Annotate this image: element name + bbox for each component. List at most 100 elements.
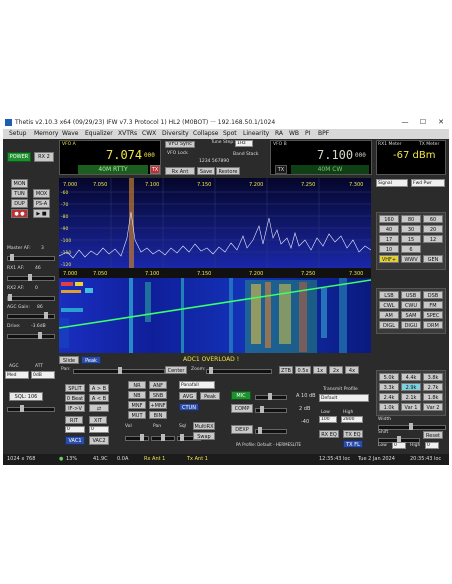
power-button[interactable]: POWER	[7, 152, 31, 162]
band-wwv-button[interactable]: WWV	[401, 255, 421, 263]
rx2-button[interactable]: RX 2	[34, 152, 54, 162]
comp-slider[interactable]	[255, 406, 287, 413]
peak-display-button[interactable]: Peak	[81, 356, 101, 364]
a-to-b-button[interactable]: A > B	[89, 384, 109, 392]
band-160-button[interactable]: 160	[379, 215, 399, 223]
filter-var2-button[interactable]: Var 2	[423, 403, 443, 411]
att-select[interactable]: 0dB	[31, 371, 55, 379]
mode-cwu-button[interactable]: CWU	[401, 301, 421, 309]
vfo-a-frequency-hz[interactable]: 000	[144, 152, 155, 159]
center-button[interactable]: Center	[165, 366, 187, 374]
menu-bpf[interactable]: BPF	[318, 129, 329, 139]
rx-meter-select[interactable]: Signal	[376, 179, 408, 187]
comp-button[interactable]: COMP	[231, 404, 253, 413]
if-to-v-button[interactable]: IF->V	[65, 404, 85, 412]
filter-var1-button[interactable]: Var 1	[401, 403, 421, 411]
menu-setup[interactable]: Setup	[9, 129, 26, 139]
mode-am-button[interactable]: AM	[379, 311, 399, 319]
anf-button[interactable]: ANF	[149, 381, 167, 389]
mode-spec-button[interactable]: SPEC	[423, 311, 443, 319]
vfo-a-tx-button[interactable]: TX	[150, 165, 160, 174]
swap-button[interactable]: Swap	[193, 432, 215, 440]
filter-2-7k-button[interactable]: 2.7k	[423, 383, 443, 391]
rit-value-field[interactable]: 0	[65, 426, 85, 433]
mode-fm-button[interactable]: FM	[423, 301, 443, 309]
nb-button[interactable]: NB	[128, 391, 146, 399]
mon-button[interactable]: MON	[11, 179, 28, 188]
avg-button[interactable]: AVG	[179, 392, 197, 400]
menu-wave[interactable]: Wave	[62, 129, 78, 139]
menu-pi[interactable]: PI	[305, 129, 310, 139]
band-80-button[interactable]: 80	[401, 215, 421, 223]
filter-3-3k-button[interactable]: 3.3k	[379, 383, 399, 391]
dexp-slider[interactable]	[255, 427, 287, 434]
ctun-button[interactable]: CTUN	[179, 403, 199, 411]
minimize-icon[interactable]: —	[398, 116, 412, 129]
rx-ant-button[interactable]: Rx Ant	[165, 167, 195, 175]
restore-button[interactable]: Restore	[216, 167, 240, 175]
bin-button[interactable]: BIN	[149, 411, 167, 419]
mnf-button[interactable]: MNF	[128, 401, 146, 409]
tun-button[interactable]: TUN	[11, 189, 28, 198]
vol-slider[interactable]	[125, 434, 149, 441]
tx-fl-button[interactable]: TX FL	[343, 440, 363, 448]
zoom-2x-button[interactable]: 2x	[329, 366, 343, 374]
nr-button[interactable]: NR	[128, 381, 146, 389]
filter-1-0k-button[interactable]: 1.0k	[379, 403, 399, 411]
band-30-button[interactable]: 30	[401, 225, 421, 233]
zoom-1x-button[interactable]: 1x	[313, 366, 327, 374]
xit-button[interactable]: XIT	[89, 416, 107, 424]
slide-button[interactable]: Slide	[59, 356, 79, 364]
tx-low-field[interactable]: 100	[319, 416, 337, 423]
sql-slider[interactable]	[7, 405, 55, 412]
filter-2-9k-button[interactable]: 2.9k	[401, 383, 421, 391]
vfo-a-frequency[interactable]: 7.074	[106, 148, 142, 162]
mode-usb-button[interactable]: USB	[401, 291, 421, 299]
mute-button[interactable]: MUT	[128, 411, 146, 419]
filter-5k-button[interactable]: 5.0k	[379, 373, 399, 381]
menu-memory[interactable]: Memory	[34, 129, 58, 139]
band-15-button[interactable]: 15	[401, 235, 421, 243]
band-40-button[interactable]: 40	[379, 225, 399, 233]
band-10-button[interactable]: 10	[379, 245, 399, 253]
close-icon[interactable]: ✕	[434, 116, 448, 129]
filter-1-8k-button[interactable]: 1.8k	[423, 393, 443, 401]
tune-step-select[interactable]: 1Hz	[235, 140, 253, 147]
rit-button[interactable]: RIT	[65, 416, 83, 424]
dexp-button[interactable]: DEXP	[231, 425, 253, 434]
mic-button[interactable]: MIC	[231, 391, 251, 400]
reset-button[interactable]: Reset	[423, 431, 443, 439]
band-gen-button[interactable]: GEN	[423, 255, 443, 263]
mode-dsb-button[interactable]: DSB	[423, 291, 443, 299]
xit-value-field[interactable]: 0	[89, 426, 109, 433]
menu-xvtrs[interactable]: XVTRs	[118, 129, 137, 139]
band-12-button[interactable]: 12	[423, 235, 443, 243]
band-6-button[interactable]: 6	[401, 245, 421, 253]
agc-gain-slider[interactable]	[7, 312, 55, 319]
rx-eq-button[interactable]: RX EQ	[319, 430, 339, 438]
menu-linearity[interactable]: Linearity	[243, 129, 269, 139]
split-button[interactable]: SPLIT	[65, 384, 85, 392]
vfo-b-frequency[interactable]: 7.100	[317, 148, 353, 162]
mox-button[interactable]: MOX	[33, 189, 50, 198]
vac2-button[interactable]: VAC2	[89, 436, 109, 445]
swap-ab-button[interactable]: ⇄	[89, 404, 109, 412]
dup-button[interactable]: DUP	[11, 199, 28, 208]
menu-diversity[interactable]: Diversity	[162, 129, 189, 139]
snb-button[interactable]: SNB	[149, 391, 167, 399]
filter-2-1k-button[interactable]: 2.1k	[401, 393, 421, 401]
play-button[interactable]: ▶ ■	[33, 209, 50, 218]
band-20-button[interactable]: 20	[423, 225, 443, 233]
display-mode-select[interactable]: Panafall	[179, 381, 215, 389]
pan-knob-slider[interactable]	[151, 434, 175, 441]
plus-mnf-button[interactable]: +MNF	[149, 401, 167, 409]
zoom-slider[interactable]	[206, 367, 272, 374]
menu-spot[interactable]: Spot	[223, 129, 237, 139]
ztb-button[interactable]: ZTB	[279, 366, 293, 374]
tx-high-field[interactable]: 2800	[341, 416, 363, 423]
menu-equalizer[interactable]: Equalizer	[85, 129, 113, 139]
menu-ra[interactable]: RA	[275, 129, 283, 139]
rx1-af-slider[interactable]	[7, 274, 55, 281]
mic-gain-slider[interactable]	[255, 393, 287, 400]
mode-digl-button[interactable]: DIGL	[379, 321, 399, 329]
